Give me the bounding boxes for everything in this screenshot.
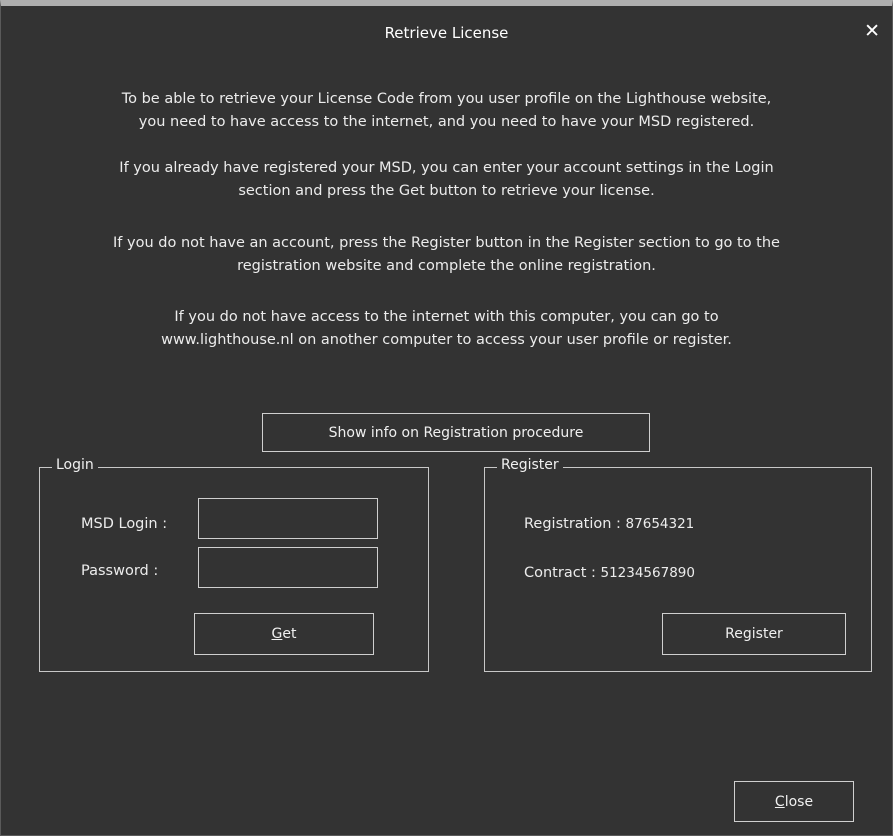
intro-paragraph-3: If you do not have an account, press the… (21, 232, 872, 278)
close-button[interactable]: Close (734, 781, 854, 822)
msd-login-label: MSD Login : (81, 516, 168, 532)
register-group: Register Registration : 87654321 Contrac… (484, 457, 872, 672)
get-mnemonic: G (271, 626, 283, 642)
close-icon[interactable]: ✕ (864, 20, 880, 42)
password-input[interactable] (198, 547, 378, 588)
intro-line: you need to have access to the internet,… (138, 114, 755, 130)
login-group: Login MSD Login : Password : Get (39, 457, 429, 672)
intro-line: registration website and complete the on… (237, 258, 656, 274)
intro-line: If you do not have access to the interne… (174, 309, 719, 325)
intro-line: If you already have registered your MSD,… (119, 160, 774, 176)
close-label-rest: lose (784, 793, 814, 810)
intro-line: www.lighthouse.nl on another computer to… (161, 332, 732, 348)
get-button[interactable]: Get (194, 613, 374, 655)
intro-line: section and press the Get button to retr… (238, 183, 655, 199)
password-label: Password : (81, 563, 159, 579)
register-button[interactable]: Register (662, 613, 846, 655)
intro-line: To be able to retrieve your License Code… (121, 91, 772, 107)
contract-number: 51234567890 (600, 565, 695, 581)
msd-login-input[interactable] (198, 498, 378, 539)
registration-number: 87654321 (625, 516, 695, 532)
register-legend: Register (497, 457, 563, 473)
contract-info: Contract : 51234567890 (524, 565, 695, 581)
intro-line: If you do not have an account, press the… (113, 235, 780, 251)
intro-paragraph-1: To be able to retrieve your License Code… (21, 88, 872, 134)
title-bar: Retrieve License ✕ (1, 6, 892, 58)
intro-paragraph-4: If you do not have access to the interne… (21, 306, 872, 352)
login-legend: Login (52, 457, 98, 473)
get-label-rest: et (282, 626, 297, 642)
close-mnemonic: C (774, 793, 785, 810)
retrieve-license-dialog: Retrieve License ✕ To be able to retriev… (0, 0, 893, 836)
registration-info: Registration : 87654321 (524, 516, 694, 532)
dialog-title: Retrieve License (384, 24, 509, 42)
contract-label: Contract : (524, 565, 601, 581)
show-registration-info-button[interactable]: Show info on Registration procedure (262, 413, 650, 452)
registration-label: Registration : (524, 516, 626, 532)
intro-paragraph-2: If you already have registered your MSD,… (21, 157, 872, 203)
